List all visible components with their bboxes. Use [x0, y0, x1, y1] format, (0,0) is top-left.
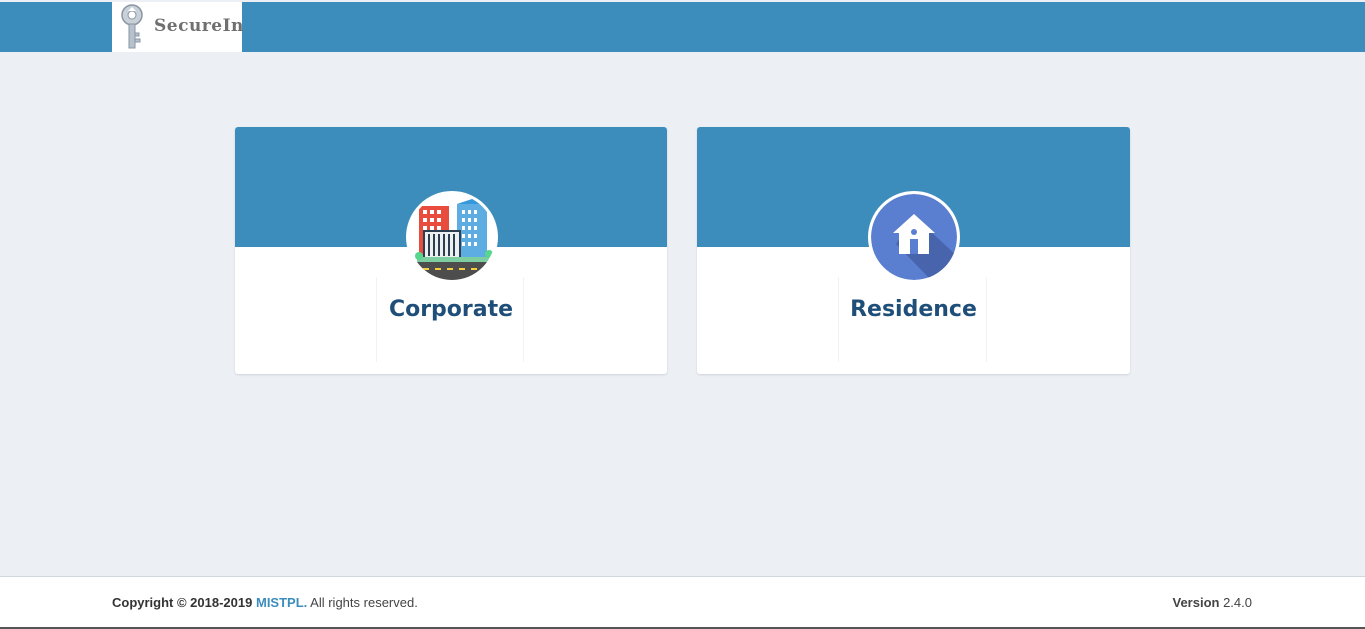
app-logo[interactable]: SecureIn	[112, 2, 244, 52]
residence-card[interactable]: Residence	[697, 127, 1130, 374]
corporate-label: Corporate	[388, 297, 514, 322]
copyright-prefix: Copyright © 2018-2019	[112, 595, 253, 610]
brand-name: SecureIn	[154, 16, 244, 36]
version-info: Version 2.4.0	[1172, 595, 1252, 610]
house-icon	[868, 191, 960, 283]
key-icon	[121, 4, 143, 49]
company-link[interactable]: MISTPL.	[256, 595, 307, 610]
top-navbar: SecureIn	[0, 2, 1365, 52]
corporate-card[interactable]: Corporate	[235, 127, 667, 374]
residence-label: Residence	[850, 297, 977, 322]
version-label: Version	[1172, 595, 1220, 610]
version-value: 2.4.0	[1223, 595, 1252, 610]
rights-text: All rights reserved.	[310, 595, 418, 610]
office-buildings-icon	[406, 191, 498, 283]
footer: Copyright © 2018-2019 MISTPL. All rights…	[0, 576, 1365, 628]
copyright-text: Copyright © 2018-2019 MISTPL. All rights…	[112, 595, 418, 610]
